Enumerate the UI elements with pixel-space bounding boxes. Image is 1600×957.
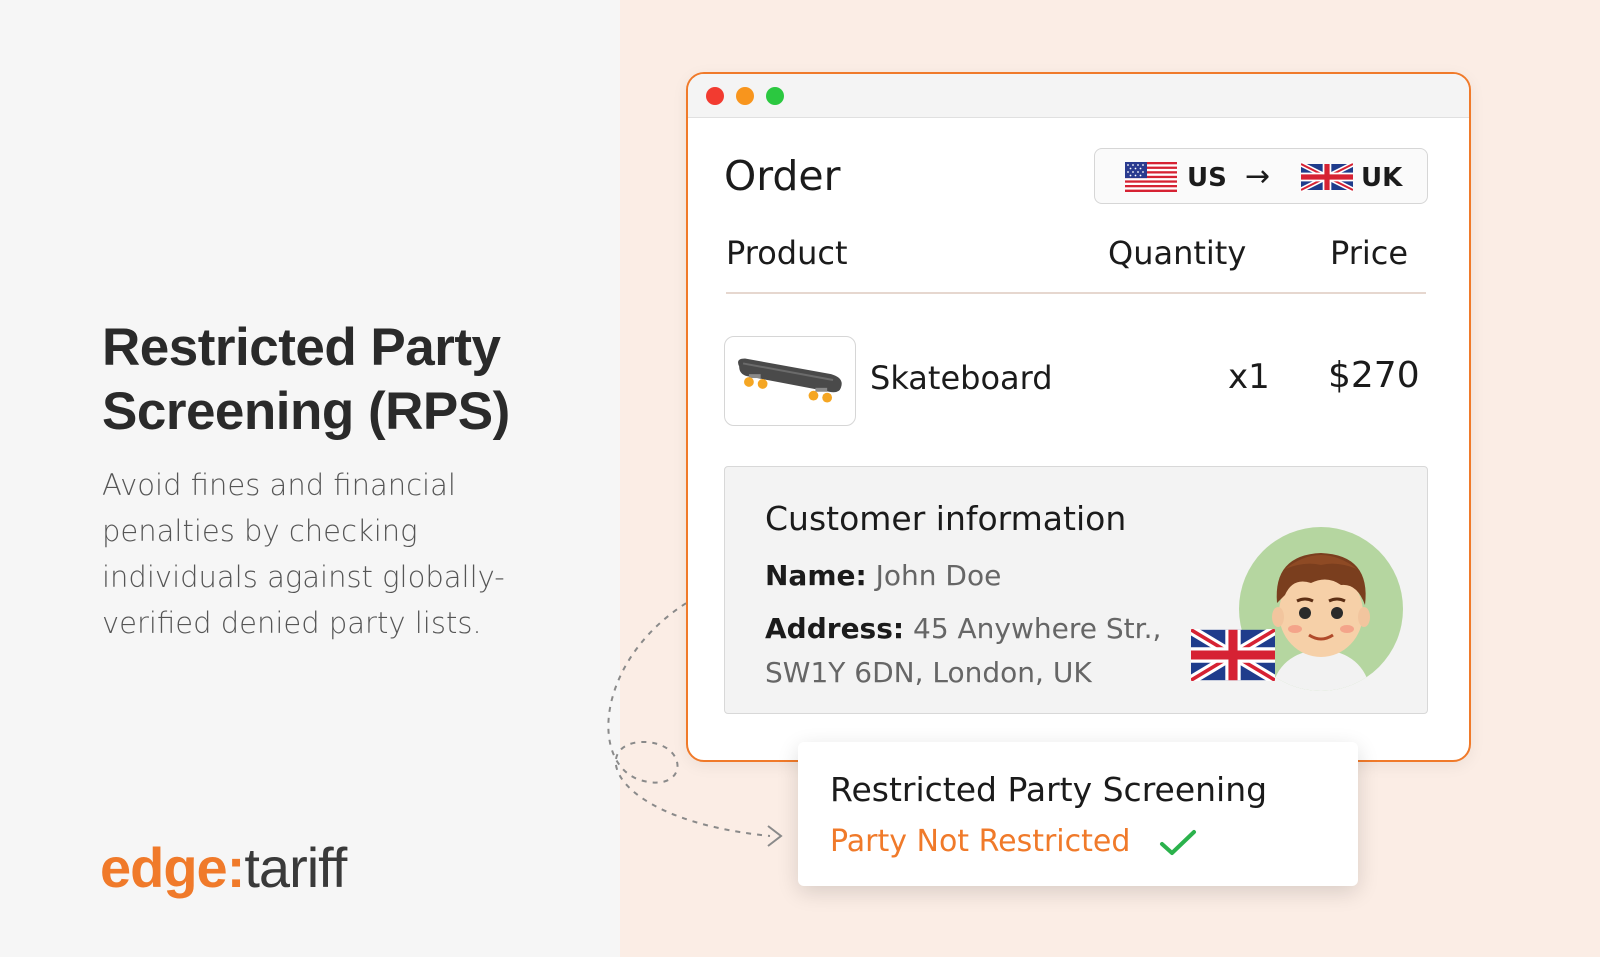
us-flag-icon [1125, 162, 1177, 192]
description-line-2: penalties by checking [102, 514, 418, 548]
customer-address: Address: 45 Anywhere Str., SW1Y 6DN, Lon… [765, 607, 1205, 695]
page-title-line-1: Restricted Party [102, 318, 501, 377]
order-title: Order [724, 152, 841, 200]
shipping-route: US → UK [1094, 148, 1428, 204]
route-destination: UK [1361, 163, 1403, 193]
table-divider [726, 292, 1426, 294]
page-title-line-2: Screening (RPS) [102, 382, 510, 441]
arrow-right-icon: → [1245, 159, 1271, 194]
customer-address-line-2: SW1Y 6DN, London, UK [765, 656, 1092, 689]
customer-name-value: John Doe [875, 559, 1002, 592]
customer-name-label: Name: [765, 559, 867, 592]
description-line-4: verified denied party lists. [102, 606, 482, 640]
product-quantity: x1 [1228, 357, 1270, 397]
screening-result-title: Restricted Party Screening [830, 770, 1268, 809]
description-line-1: Avoid fines and financial [102, 468, 456, 502]
screening-result-card: Restricted Party Screening Party Not Res… [798, 742, 1358, 886]
route-origin: US [1187, 163, 1227, 193]
logo-edge: edge: [100, 836, 245, 899]
order-window: Order US → UK Product Quantity Price Ska… [686, 72, 1471, 762]
screening-status: Party Not Restricted [830, 824, 1131, 859]
window-close-button[interactable] [706, 87, 724, 105]
customer-address-line-1: 45 Anywhere Str., [913, 612, 1162, 645]
page-title: Restricted Party Screening (RPS) [102, 316, 562, 444]
product-price: $270 [1328, 355, 1420, 396]
uk-flag-icon [1191, 629, 1275, 681]
product-thumbnail [724, 336, 856, 426]
customer-info-title: Customer information [765, 499, 1127, 538]
customer-name: Name: John Doe [765, 559, 1001, 592]
uk-flag-icon [1301, 162, 1353, 192]
product-name: Skateboard [870, 359, 1053, 397]
column-header-quantity: Quantity [1108, 234, 1247, 272]
logo-tariff: tariff [244, 836, 347, 899]
customer-address-label: Address: [765, 612, 905, 645]
check-icon [1160, 830, 1196, 855]
column-header-price: Price [1330, 234, 1409, 272]
window-titlebar [688, 74, 1469, 118]
customer-info-card: Customer information Name: John Doe Addr… [724, 466, 1428, 714]
description-line-3: individuals against globally- [102, 560, 505, 594]
window-maximize-button[interactable] [766, 87, 784, 105]
page-description: Avoid fines and financial penalties by c… [102, 462, 522, 646]
edgetariff-logo: edge:tariff [100, 836, 347, 899]
skateboard-icon [738, 358, 842, 403]
window-minimize-button[interactable] [736, 87, 754, 105]
column-header-product: Product [726, 234, 848, 272]
